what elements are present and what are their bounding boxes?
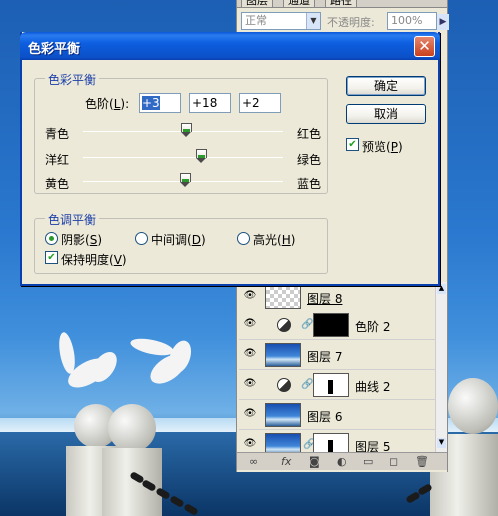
preview-label: 预览(P) [362, 140, 403, 154]
level-magenta-green-input[interactable]: +18 [189, 93, 231, 113]
layer-name: 曲线 2 [355, 380, 391, 394]
levels-label: 色阶(L): [85, 97, 130, 111]
layer-row[interactable]: 👁 🔗 色阶 2 [239, 310, 435, 340]
layer-mask-thumbnail [313, 313, 349, 337]
layer-name: 图层 7 [307, 350, 343, 364]
yellow-blue-slider-thumb[interactable] [180, 173, 191, 187]
add-mask-icon[interactable]: ◙ [309, 455, 320, 468]
eye-icon[interactable]: 👁 [243, 318, 257, 330]
layer-thumbnail [265, 343, 301, 367]
highlights-radio[interactable] [237, 232, 250, 245]
tab-layers[interactable]: 图层 [241, 0, 273, 7]
tab-channels[interactable]: 通道 [283, 0, 315, 7]
level-yellow-blue-input[interactable]: +2 [239, 93, 281, 113]
level-cyan-red-input[interactable]: +3 [139, 93, 181, 113]
slider-right-label: 蓝色 [297, 177, 322, 191]
layer-name: 图层 6 [307, 410, 343, 424]
eye-icon[interactable]: 👁 [243, 378, 257, 390]
layer-row[interactable]: 👁 🔗 曲线 2 [239, 370, 435, 400]
close-icon: ✕ [418, 37, 431, 55]
tab-paths[interactable]: 路径 [325, 0, 357, 7]
opacity-value: 100% [391, 14, 423, 27]
slider-right-label: 绿色 [297, 153, 322, 167]
balance-group: 色彩平衡 色阶(L): +3 +18 +2 青色 红色 洋红 绿色 黄色 蓝色 [34, 71, 328, 194]
preserve-luminosity-checkbox[interactable]: ✔ [45, 251, 58, 264]
shadows-radio[interactable] [45, 232, 58, 245]
layer-mask-thumbnail [313, 373, 349, 397]
link-icon: 🔗 [301, 379, 314, 390]
slider-right-label: 红色 [297, 127, 322, 141]
new-adjustment-icon[interactable]: ◐ [337, 455, 347, 468]
opacity-field[interactable]: 100% [387, 12, 437, 30]
folder-icon[interactable]: ▭ [363, 455, 373, 468]
layer-row[interactable]: 👁 图层 6 [239, 400, 435, 430]
blend-row: 正常 ▼ 不透明度: 100% ▶ [241, 10, 449, 32]
trash-icon[interactable]: 🗑 [415, 455, 429, 468]
cancel-button[interactable]: 取消 [346, 104, 426, 124]
adjustment-layer-icon [277, 318, 291, 332]
slider-left-label: 青色 [45, 127, 70, 141]
close-button[interactable]: ✕ [414, 36, 435, 57]
adjustment-layer-icon [277, 378, 291, 392]
dialog-title: 色彩平衡 [28, 42, 81, 57]
layer-thumbnail [265, 285, 301, 309]
chevron-down-icon: ▼ [306, 13, 320, 29]
color-balance-dialog: 色彩平衡 ✕ 色彩平衡 色阶(L): +3 +18 +2 青色 红色 洋红 绿色… [20, 32, 440, 286]
scroll-down-icon[interactable]: ▼ [437, 438, 446, 448]
eye-icon[interactable]: 👁 [243, 290, 257, 302]
layers-footer: ∞ fx ◙ ◐ ▭ ◻ 🗑 [237, 452, 447, 470]
layer-name: 色阶 2 [355, 320, 391, 334]
highlights-label: 高光(H) [253, 233, 296, 247]
link-layers-icon[interactable]: ∞ [249, 455, 258, 468]
midtones-label: 中间调(D) [151, 233, 206, 247]
tone-group: 色调平衡 阴影(S) 中间调(D) 高光(H) ✔ 保持明度(V) [34, 211, 328, 274]
slider-left-label: 洋红 [45, 153, 70, 167]
magenta-green-slider-thumb[interactable] [196, 149, 207, 163]
slider-left-label: 黄色 [45, 177, 70, 191]
blend-mode-select[interactable]: 正常 ▼ [241, 12, 321, 30]
blend-mode-value: 正常 [245, 14, 267, 27]
layer-thumbnail [265, 403, 301, 427]
cyan-red-slider-thumb[interactable] [181, 123, 192, 137]
layer-name: 图层 8 [307, 292, 343, 306]
balance-group-legend: 色彩平衡 [45, 71, 100, 88]
preserve-luminosity-label: 保持明度(V) [61, 253, 127, 267]
shadows-label: 阴影(S) [61, 233, 103, 247]
eye-icon[interactable]: 👁 [243, 438, 257, 450]
new-layer-icon[interactable]: ◻ [389, 455, 398, 468]
midtones-radio[interactable] [135, 232, 148, 245]
layer-row[interactable]: 👁 图层 7 [239, 340, 435, 370]
fx-icon[interactable]: fx [281, 455, 291, 468]
dialog-titlebar[interactable]: 色彩平衡 ✕ [20, 32, 440, 60]
layer-row[interactable]: 👁 图层 8 [239, 282, 435, 312]
arrow-right-icon[interactable]: ▶ [437, 14, 449, 30]
preview-checkbox[interactable]: ✔ [346, 138, 359, 151]
link-icon: 🔗 [301, 319, 314, 330]
eye-icon[interactable]: 👁 [243, 348, 257, 360]
panel-tabs: 图层 通道 路径 [237, 0, 447, 8]
eye-icon[interactable]: 👁 [243, 408, 257, 420]
layer-list: 👁 图层 8 👁 🔗 色阶 2 👁 图层 7 👁 🔗 曲线 2 👁 图层 6 👁… [239, 282, 435, 460]
opacity-label: 不透明度: [327, 16, 375, 29]
ok-button[interactable]: 确定 [346, 76, 426, 96]
layers-scrollbar[interactable]: ▲ ▼ [435, 282, 447, 452]
tone-group-legend: 色调平衡 [45, 211, 100, 228]
magenta-green-track[interactable] [83, 157, 283, 158]
